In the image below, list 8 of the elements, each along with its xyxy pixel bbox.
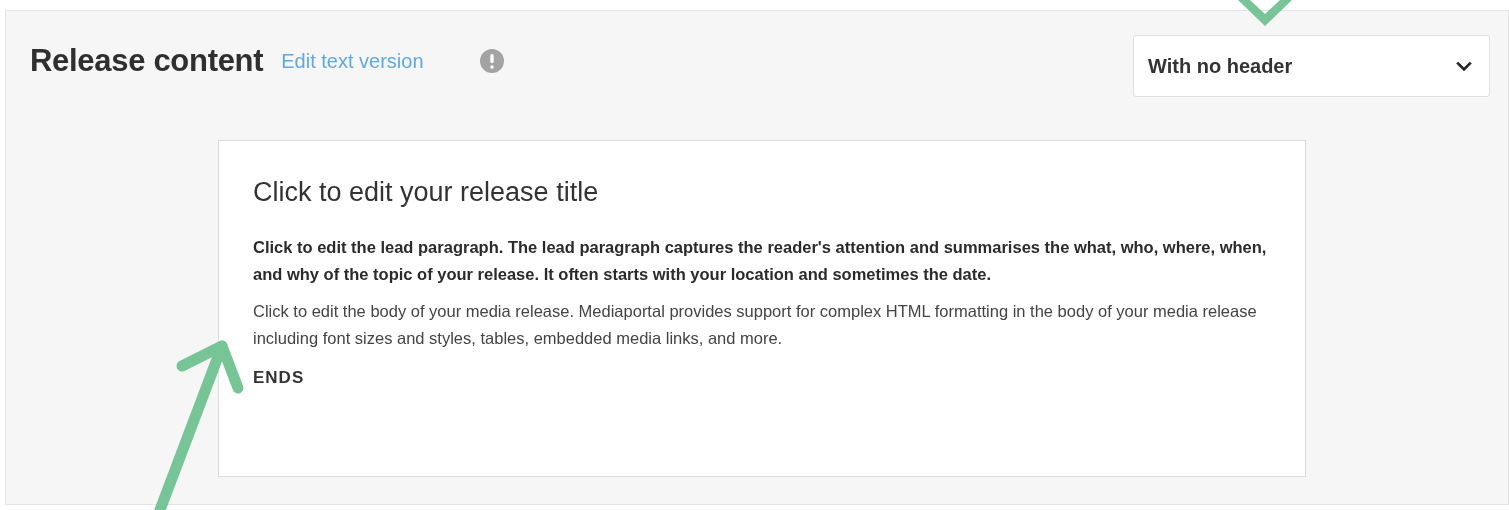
ends-label: ENDS xyxy=(253,368,306,388)
warning-icon xyxy=(479,49,504,73)
lead-paragraph[interactable]: Click to edit the lead paragraph. The lead paragraph captures the reader's attention and summarises the what, who, where, when, and why of the topic of your release. It often starts with your location and sometimes the date. xyxy=(253,234,1275,288)
header-dropdown[interactable]: With no header xyxy=(1133,35,1490,97)
section-title: Release content xyxy=(30,43,264,79)
body-paragraph[interactable]: Click to edit the body of your media release. Mediaportal provides support for complex HTML formatting in the body of your media release including font sizes and styles, tables, embedded media links, and more. xyxy=(253,298,1275,352)
release-title[interactable]: Click to edit your release title xyxy=(253,177,1275,208)
chevron-down-icon xyxy=(1455,60,1473,72)
